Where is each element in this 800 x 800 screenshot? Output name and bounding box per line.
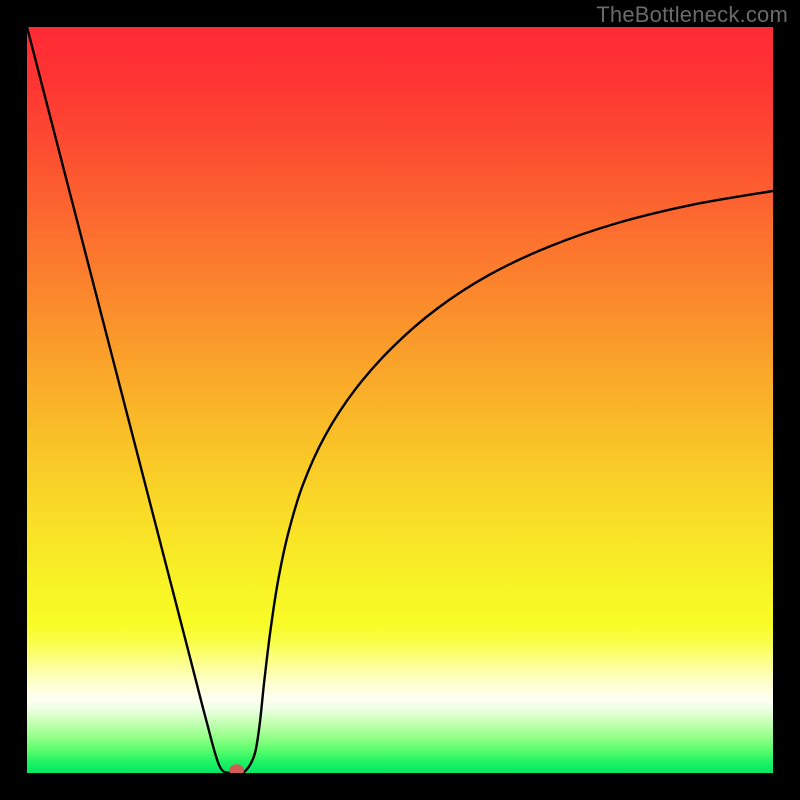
- plot-area: [27, 27, 773, 773]
- chart-frame: TheBottleneck.com: [0, 0, 800, 800]
- bottleneck-curve: [27, 27, 773, 773]
- min-marker: [229, 764, 244, 773]
- watermark-text: TheBottleneck.com: [596, 2, 788, 28]
- curve-layer: [27, 27, 773, 773]
